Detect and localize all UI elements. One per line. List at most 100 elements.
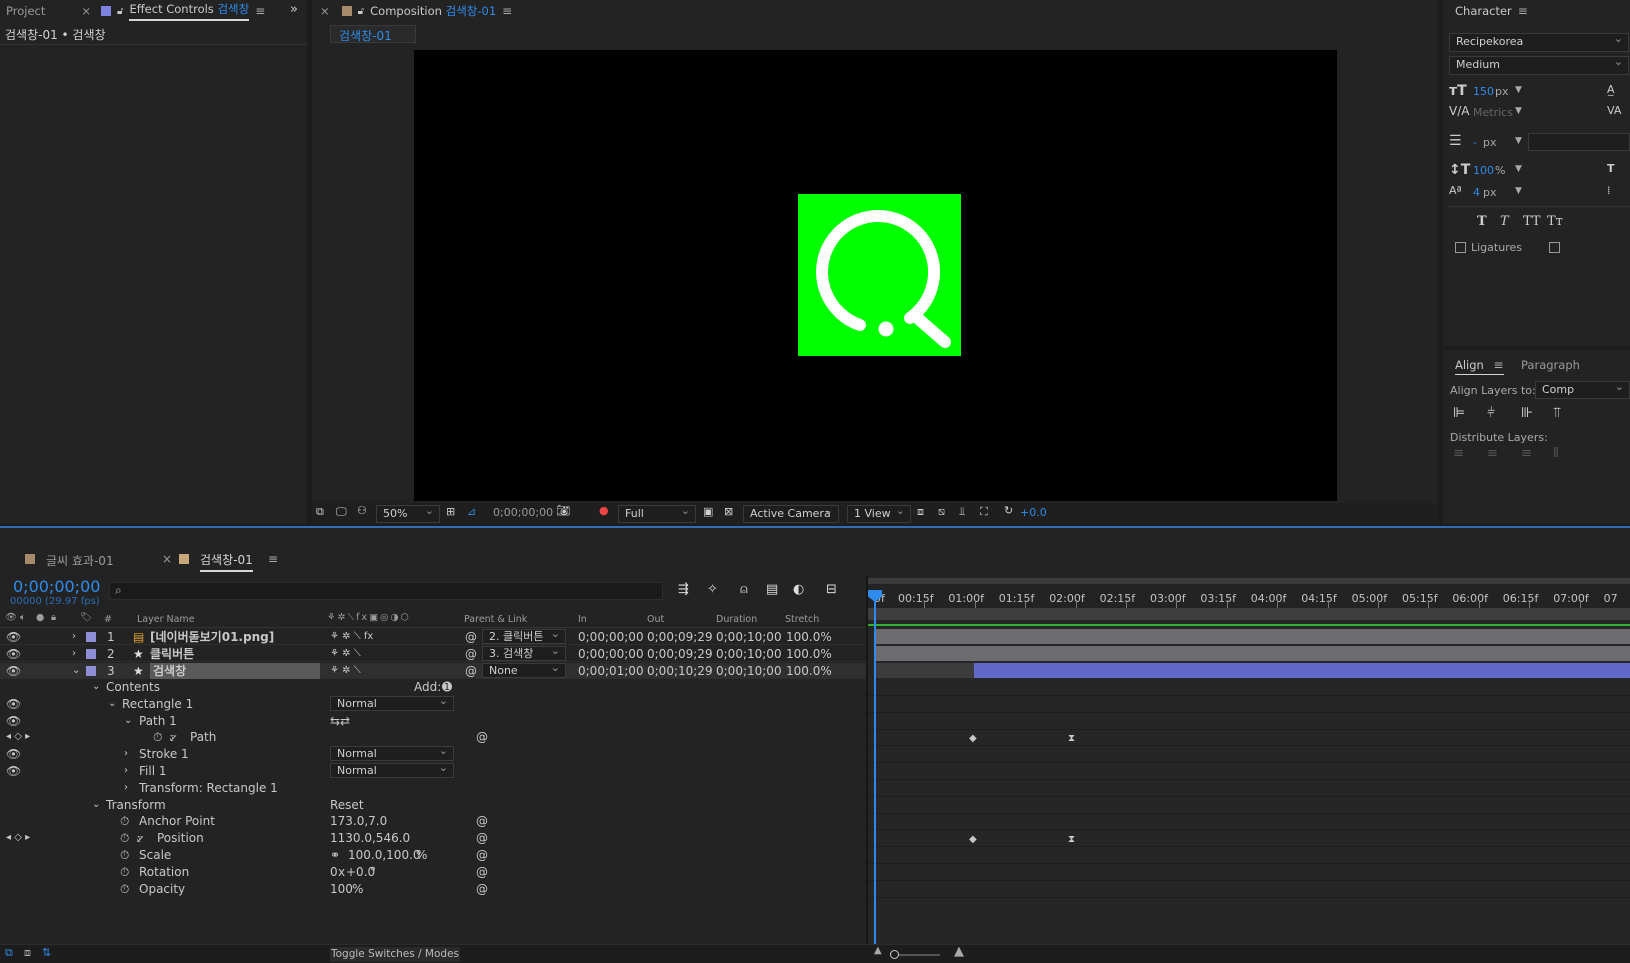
faux-italic-button[interactable]: T	[1500, 214, 1509, 229]
layer-stretch[interactable]: 100.0%	[786, 646, 832, 662]
chevron-down-icon[interactable]: ⌄	[124, 713, 132, 729]
eye-icon[interactable]: 👁︎	[6, 663, 21, 679]
layer-switches-icon[interactable]: ⧉	[5, 946, 13, 960]
faux-bold-button[interactable]: T	[1477, 214, 1487, 229]
rectangle-blend-select[interactable]: Normal	[330, 696, 454, 711]
eye-icon[interactable]: 👁︎	[6, 646, 21, 662]
align-right-icon[interactable]: ⊪	[1521, 405, 1533, 421]
keyframe-diamond-icon[interactable]: ◆	[969, 733, 977, 744]
keyframe-diamond-icon[interactable]: ◆	[969, 834, 977, 845]
mask-icon[interactable]: ⚇	[357, 504, 367, 517]
kerning-value[interactable]: Metrics	[1473, 106, 1513, 119]
chevron-down-icon[interactable]: ⌄	[72, 663, 80, 679]
stopwatch-icon[interactable]: ⏱︎	[120, 847, 129, 863]
transparency-grid-icon[interactable]: ⊿	[467, 505, 476, 518]
in-out-icon[interactable]: ⇅	[42, 946, 51, 959]
align-top-icon[interactable]: ⫪	[1553, 405, 1561, 421]
panel-menu-icon[interactable]: ≡	[1494, 358, 1504, 372]
hindi-digits-checkbox[interactable]	[1549, 242, 1560, 253]
font-size-value[interactable]: 150	[1473, 85, 1494, 98]
layer-in[interactable]: 0;00;00;00	[578, 646, 644, 662]
close-icon[interactable]: ×	[320, 4, 330, 18]
transfer-controls-icon[interactable]: ⧈	[24, 946, 31, 960]
stroke-style-select[interactable]	[1528, 133, 1630, 151]
chevron-down-icon[interactable]: ⌄	[108, 696, 116, 712]
leading-value[interactable]: -	[1473, 136, 1477, 149]
layer-stretch[interactable]: 100.0%	[786, 663, 832, 679]
layer-stretch[interactable]: 100.0%	[786, 629, 832, 645]
chevron-right-icon[interactable]: ›	[124, 780, 128, 796]
draft-3d-icon[interactable]: ✧	[707, 582, 718, 597]
small-caps-button[interactable]: Tт	[1547, 214, 1563, 229]
eye-icon[interactable]: 👁︎	[6, 629, 21, 645]
layer-name[interactable]: 클릭버튼	[150, 646, 194, 662]
keyframe-nav-icon[interactable]: ◂ ◇ ▸	[6, 830, 30, 846]
color-channels-icon[interactable]: ●	[599, 504, 609, 517]
all-caps-button[interactable]: TT	[1523, 214, 1541, 229]
stopwatch-icon[interactable]: ⏱︎	[120, 813, 129, 829]
reset-exposure-icon[interactable]: ↻	[1004, 504, 1013, 517]
dropdown-arrow-icon[interactable]: ▼	[1515, 85, 1522, 95]
panel-menu-icon[interactable]: ≡	[502, 4, 512, 18]
snapshot-region-icon[interactable]: ⧉	[316, 505, 324, 519]
chevron-right-icon[interactable]: ›	[124, 763, 128, 779]
toggle-switches-button[interactable]: Toggle Switches / Modes	[330, 947, 460, 962]
align-center-icon[interactable]: ⫩	[1487, 405, 1495, 421]
viewer-timecode[interactable]: 0;00;00;00	[493, 506, 553, 519]
stopwatch-icon[interactable]: ⏱︎	[153, 729, 162, 745]
dropdown-arrow-icon[interactable]: ▼	[1515, 186, 1522, 196]
eye-icon[interactable]: 👁︎	[5, 612, 17, 623]
layer-duration[interactable]: 0;00;10;00	[716, 663, 782, 679]
layer-out[interactable]: 0;00;10;29	[647, 663, 713, 679]
tab-effect-controls[interactable]: Effect Controls 검색창	[129, 1, 250, 21]
rotation-turns[interactable]: 0	[330, 864, 338, 880]
align-to-select[interactable]: Comp	[1535, 381, 1630, 399]
ligatures-checkbox[interactable]	[1455, 242, 1466, 253]
panel-menu-icon[interactable]: ≡	[1518, 4, 1528, 18]
vertical-scale-value[interactable]: 100	[1473, 164, 1494, 177]
font-family-select[interactable]: Recipekorea	[1449, 33, 1629, 52]
dropdown-arrow-icon[interactable]: ▼	[1515, 106, 1522, 116]
pick-whip-icon[interactable]: @	[465, 663, 477, 679]
reset-link[interactable]: Reset	[330, 797, 364, 813]
pick-whip-icon[interactable]: @	[476, 864, 488, 880]
zoom-select[interactable]: 50%	[376, 505, 440, 523]
motion-blur-icon[interactable]: ◐	[793, 582, 804, 597]
camera-icon[interactable]: 📷︎	[556, 504, 570, 517]
chevron-right-icon[interactable]: ›	[72, 629, 76, 645]
chevron-right-icon[interactable]: ›	[72, 646, 76, 662]
close-icon[interactable]: ×	[162, 552, 172, 566]
eye-icon[interactable]: 👁︎	[6, 746, 21, 762]
flowchart-icon[interactable]: ⛶	[980, 505, 988, 519]
label-icon[interactable]: 🏷︎	[80, 612, 92, 623]
pick-whip-icon[interactable]: @	[476, 729, 488, 745]
layer-name[interactable]: 검색창	[150, 663, 320, 679]
label-color-swatch[interactable]	[86, 632, 96, 642]
panel-menu-icon[interactable]: ≡	[268, 552, 278, 566]
tab-align[interactable]: Align ≡	[1455, 358, 1504, 375]
comp-mini-flowchart-icon[interactable]: ⇶	[678, 582, 689, 597]
solo-icon[interactable]: ●	[36, 612, 44, 623]
label-color-swatch[interactable]	[86, 666, 96, 676]
switches-icons[interactable]: ⚘ ✲ ⟍	[330, 646, 361, 662]
pick-whip-icon[interactable]: @	[465, 629, 477, 645]
zoom-in-icon[interactable]: ▲	[954, 944, 964, 959]
keyframe-hold-icon[interactable]: ⧗	[1068, 834, 1075, 845]
work-area-bar[interactable]	[868, 608, 1630, 620]
layer-search-input[interactable]: ⌕	[109, 582, 663, 600]
comp-canvas[interactable]	[414, 50, 1337, 501]
keyframe-hold-icon[interactable]: ⧗	[1068, 733, 1075, 744]
transparency-icon[interactable]: ⊠	[724, 505, 733, 518]
layer-in[interactable]: 0;00;00;00	[578, 629, 644, 645]
zoom-slider[interactable]	[890, 950, 940, 959]
distribute-top-icon[interactable]: ≡	[1453, 446, 1464, 461]
3d-view-icon[interactable]: ⫫	[959, 505, 965, 519]
layer-row[interactable]: 👁︎ › 1 ▤ [네이버돋보기01.png] ⚘ ✲ ⟍ fx @2. 클릭버튼 0;00;…	[0, 629, 870, 645]
toggle-view-icon[interactable]: ⧈	[917, 505, 924, 519]
frame-blending-icon[interactable]: ▤	[766, 582, 778, 597]
lock-icon[interactable]: 🔓︎	[117, 6, 123, 17]
dropdown-arrow-icon[interactable]: ▼	[1515, 164, 1522, 174]
parent-select[interactable]: 3. 검색창	[482, 646, 566, 661]
constrain-link-icon[interactable]: ⚭	[330, 847, 340, 863]
chevron-right-icon[interactable]: ›	[124, 746, 128, 762]
